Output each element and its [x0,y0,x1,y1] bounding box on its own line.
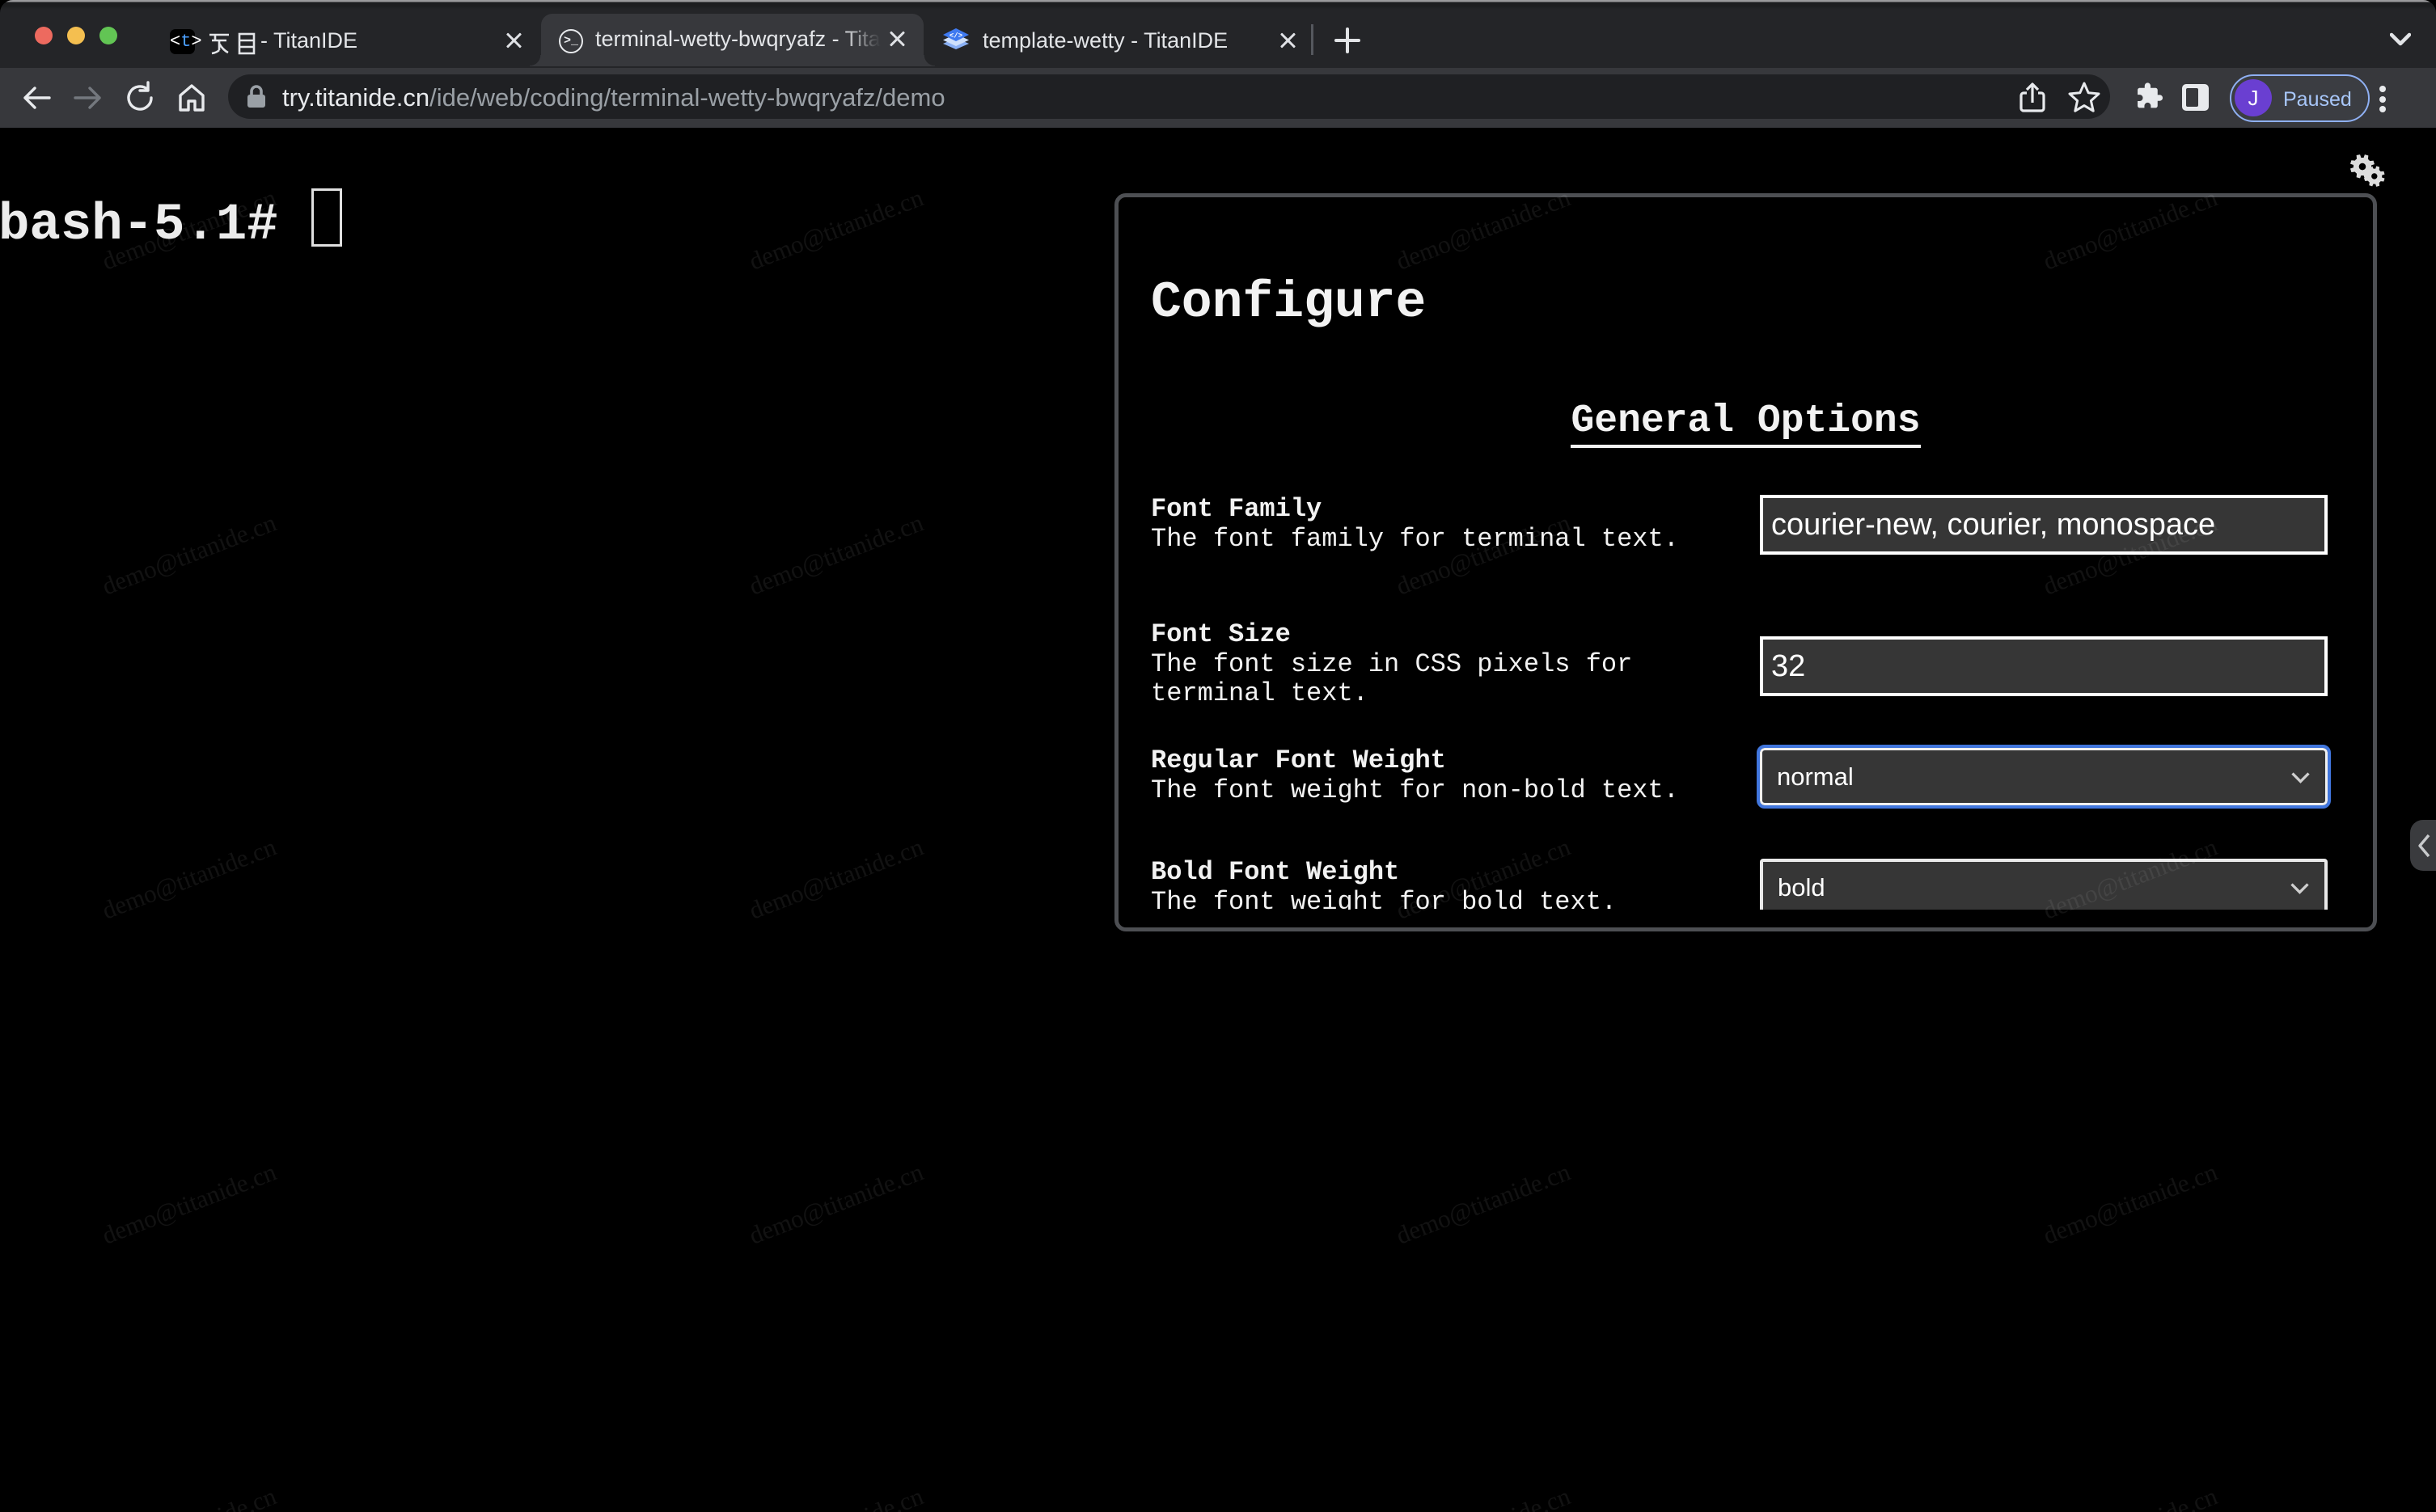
svg-text:</>: </> [949,32,962,40]
